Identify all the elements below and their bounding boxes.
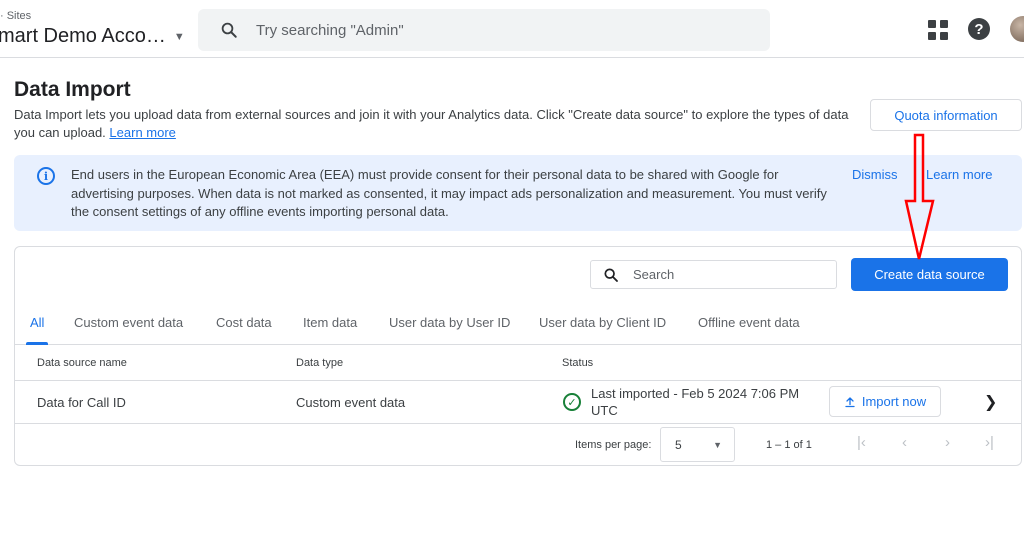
banner-learn-more-link[interactable]: Learn more: [926, 167, 992, 182]
top-bar: · Sites mart Demo Acco… ▼ ?: [0, 0, 1024, 58]
data-source-type: Custom event data: [296, 395, 406, 410]
banner-text: End users in the European Economic Area …: [71, 167, 827, 219]
page-description: Data Import lets you upload data from ex…: [14, 106, 854, 142]
eea-consent-banner: i End users in the European Economic Are…: [14, 155, 1022, 231]
page-title: Data Import: [14, 78, 131, 101]
column-header-name[interactable]: Data source name: [37, 357, 127, 369]
items-per-page-select[interactable]: 5 ▼: [660, 427, 735, 462]
search-icon: [221, 22, 237, 38]
next-page-icon[interactable]: ›: [945, 434, 950, 451]
status-cell: ✓ Last imported - Feb 5 2024 7:06 PM UTC: [563, 385, 806, 419]
divider: [15, 423, 1021, 424]
help-icon[interactable]: ?: [968, 18, 990, 40]
global-search[interactable]: [198, 9, 770, 51]
apps-grid-icon[interactable]: [926, 18, 948, 40]
top-icons: ?: [926, 16, 1024, 42]
caret-down-icon: ▼: [173, 30, 185, 43]
table-search[interactable]: [590, 260, 837, 289]
tab-cost-data[interactable]: Cost data: [216, 315, 272, 330]
data-source-name[interactable]: Data for Call ID: [37, 395, 126, 410]
account-breadcrumb[interactable]: · Sites: [0, 10, 31, 22]
table-search-input[interactable]: [633, 267, 813, 282]
chevron-right-icon[interactable]: ❯: [984, 392, 997, 412]
account-selector[interactable]: mart Demo Acco… ▼: [0, 25, 185, 48]
tab-user-data-by-client-id[interactable]: User data by Client ID: [539, 315, 666, 330]
items-per-page-label: Items per page:: [575, 439, 652, 451]
dismiss-button[interactable]: Dismiss: [852, 167, 898, 182]
tab-offline-event-data[interactable]: Offline event data: [698, 315, 800, 330]
pagination-range: 1 – 1 of 1: [766, 439, 812, 451]
quota-information-button[interactable]: Quota information: [870, 99, 1022, 131]
import-now-button[interactable]: Import now: [829, 386, 941, 417]
global-search-input[interactable]: [256, 21, 736, 39]
status-text: Last imported - Feb 5 2024 7:06 PM UTC: [591, 386, 800, 418]
create-data-source-button[interactable]: Create data source: [851, 258, 1008, 291]
data-sources-card: Create data source All Custom event data…: [14, 246, 1022, 466]
tab-all[interactable]: All: [30, 315, 44, 330]
account-name: mart Demo Acco…: [0, 25, 166, 47]
column-header-status[interactable]: Status: [562, 357, 593, 369]
tab-user-data-by-user-id[interactable]: User data by User ID: [389, 315, 510, 330]
search-icon: [604, 267, 618, 282]
dropdown-arrow-icon: ▼: [713, 439, 722, 450]
column-header-type[interactable]: Data type: [296, 357, 343, 369]
previous-page-icon[interactable]: ‹: [902, 434, 907, 451]
first-page-icon[interactable]: |‹: [857, 434, 866, 451]
items-per-page-value: 5: [675, 437, 682, 452]
info-icon: i: [37, 167, 55, 185]
last-page-icon[interactable]: ›|: [985, 434, 994, 451]
avatar[interactable]: [1010, 16, 1024, 42]
learn-more-link[interactable]: Learn more: [109, 125, 175, 140]
tab-item-data[interactable]: Item data: [303, 315, 357, 330]
import-now-label: Import now: [861, 394, 927, 409]
divider: [15, 380, 1021, 381]
active-tab-indicator: [26, 342, 48, 345]
tab-custom-event-data[interactable]: Custom event data: [74, 315, 183, 330]
upload-icon: [845, 396, 855, 407]
data-type-tabs: All Custom event data Cost data Item dat…: [15, 305, 1021, 345]
check-circle-icon: ✓: [563, 393, 581, 411]
